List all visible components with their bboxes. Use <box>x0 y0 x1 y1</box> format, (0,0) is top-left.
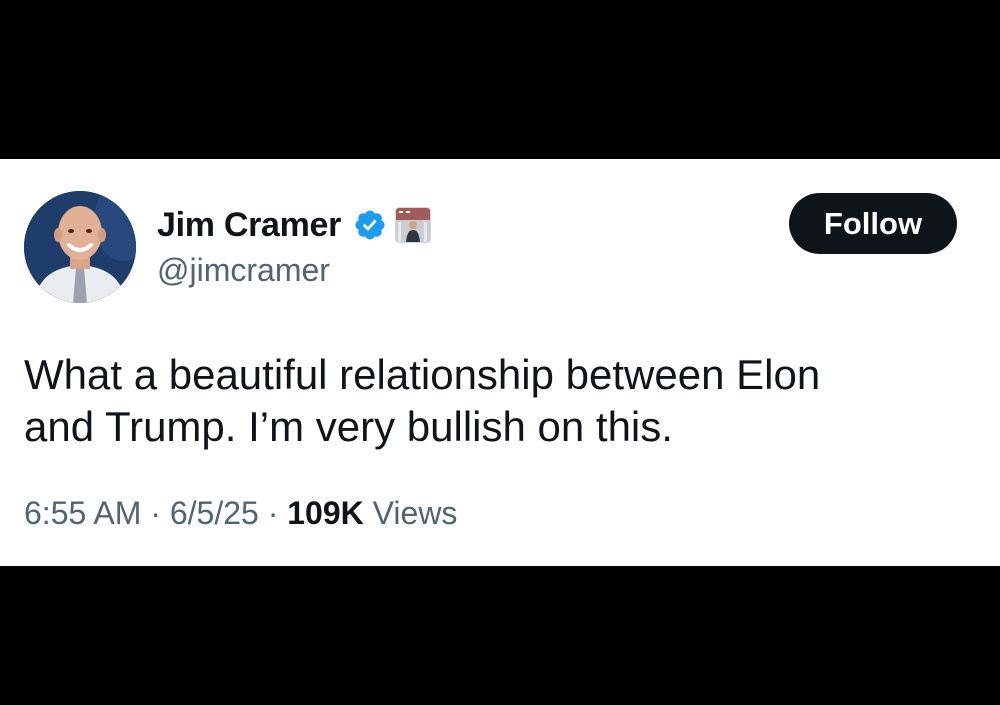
tweet-text-line: and Trump. I’m very bullish on this. <box>24 403 673 450</box>
tweet-meta-row: 6:55 AM · 6/5/25 · 109K Views <box>24 495 457 532</box>
meta-separator: · <box>150 495 161 531</box>
avatar[interactable] <box>24 191 136 303</box>
tweet-text-line: What a beautiful relationship between El… <box>24 351 821 398</box>
affiliate-badge-image[interactable] <box>395 207 432 243</box>
tweet-time[interactable]: 6:55 AM <box>24 495 141 531</box>
verified-badge-icon[interactable] <box>353 208 387 242</box>
avatar-photo <box>24 191 136 303</box>
tweet-date[interactable]: 6/5/25 <box>170 495 259 531</box>
author-name-row: Jim Cramer <box>157 203 432 247</box>
follow-button[interactable]: Follow <box>789 193 957 254</box>
views-count[interactable]: 109K <box>287 495 364 531</box>
author-name[interactable]: Jim Cramer <box>157 206 341 245</box>
tweet-text: What a beautiful relationship between El… <box>24 349 954 453</box>
tweet-card: Jim Cramer @jimcramer Follow What a beau… <box>0 159 1000 566</box>
screenshot-frame: Jim Cramer @jimcramer Follow What a beau… <box>0 0 1000 705</box>
author-handle[interactable]: @jimcramer <box>157 252 330 289</box>
meta-separator: · <box>267 495 279 531</box>
views-label: Views <box>372 495 458 531</box>
